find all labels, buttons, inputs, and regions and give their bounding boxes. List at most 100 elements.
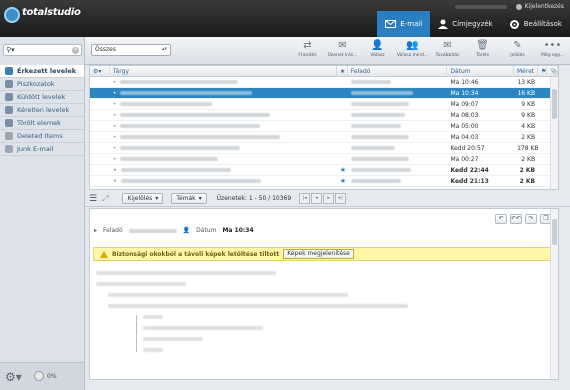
folder-trash[interactable]: Törölt elemek: [0, 117, 84, 130]
table-row[interactable]: • Ma 04:03 2 KB: [90, 132, 558, 143]
tab-contacts[interactable]: Címjegyzék: [430, 11, 501, 37]
folder-label: Junk E-mail: [17, 145, 54, 153]
table-row[interactable]: • Ma 10:34 16 KB: [90, 88, 558, 99]
table-row[interactable]: • Ma 09:07 9 KB: [90, 99, 558, 110]
from-value[interactable]: [128, 228, 177, 233]
select-dropdown[interactable]: Kijelölés ▾: [122, 193, 164, 204]
prev-page-button[interactable]: ◂: [311, 193, 323, 204]
row-star-icon[interactable]: [337, 154, 348, 165]
row-star-icon[interactable]: [337, 143, 348, 154]
row-star-icon[interactable]: ★: [337, 176, 348, 187]
tab-settings-label: Beállítások: [523, 20, 562, 28]
row-star-icon[interactable]: [337, 121, 348, 132]
message-preview: ↶ ↶↶ ↷ ❐ ▸ Feladó 👤 Dátum Ma 10:34 Bizto…: [89, 208, 559, 380]
row-thread-icon: [90, 143, 110, 154]
reply-all-button[interactable]: 👥 Válasz mind...: [395, 39, 430, 63]
first-page-button[interactable]: |◂: [299, 193, 311, 204]
folder-inbox[interactable]: Érkezett levelek: [0, 65, 84, 78]
list-options-gear-icon[interactable]: ⚙▾: [90, 66, 110, 77]
tool-label: Törlés: [475, 53, 490, 58]
logout-track: [454, 4, 507, 9]
folder-junk[interactable]: Kéretlen levelek: [0, 104, 84, 117]
row-size: 2 KB: [521, 155, 536, 163]
folder-settings-gear-icon[interactable]: ⚙▾: [5, 370, 22, 384]
folder-sent[interactable]: Küldött levelek: [0, 91, 84, 104]
row-flag-icon[interactable]: [538, 143, 547, 154]
row-flag-icon[interactable]: [538, 121, 547, 132]
row-size: 178 KB: [517, 144, 539, 152]
tab-settings[interactable]: Beállítások: [501, 11, 570, 37]
threads-dropdown[interactable]: Témák ▾: [171, 193, 207, 204]
row-flag-icon[interactable]: [538, 132, 547, 143]
search-icon[interactable]: ⚲▾: [6, 46, 15, 54]
reply-button[interactable]: 👤 Válasz: [360, 39, 395, 63]
filter-select[interactable]: Összes ▴▾: [91, 44, 171, 56]
reply-all-icon[interactable]: ↶↶: [510, 214, 522, 224]
threads-label: Témák: [176, 195, 196, 202]
column-from[interactable]: Feladó: [348, 66, 448, 77]
delete-button[interactable]: 🗑 Törlés: [465, 39, 500, 63]
table-row[interactable]: • ★ Kedd 21:13 2 KB: [90, 176, 558, 187]
row-subject-text: [120, 102, 213, 106]
list-view-icon[interactable]: ☰: [89, 194, 97, 204]
list-scrollbar-thumb[interactable]: [552, 89, 557, 119]
row-size: 4 KB: [521, 122, 536, 130]
table-row[interactable]: • Kedd 20:57 178 KB: [90, 143, 558, 154]
row-flag-icon[interactable]: [538, 154, 547, 165]
row-star-icon[interactable]: [337, 77, 348, 88]
table-row[interactable]: • Ma 05:00 4 KB: [90, 121, 558, 132]
column-flag-icon[interactable]: ⚑: [538, 66, 547, 77]
row-star-icon[interactable]: ★: [337, 165, 348, 176]
column-subject[interactable]: Tárgy: [110, 66, 337, 77]
folder-junk-email[interactable]: Junk E-mail: [0, 143, 84, 156]
compose-button[interactable]: ✉ Üzenet írás...: [325, 39, 360, 63]
tab-email[interactable]: E-mail: [377, 11, 431, 37]
row-date: Kedd 21:13: [450, 177, 489, 185]
row-flag-icon[interactable]: [538, 176, 547, 187]
row-flag-icon[interactable]: [538, 110, 547, 121]
expand-headers-icon[interactable]: ▸: [94, 227, 97, 234]
row-subject-dot: •: [112, 122, 117, 130]
row-flag-icon[interactable]: [538, 99, 547, 110]
list-scrollbar[interactable]: [550, 77, 558, 189]
forward-button[interactable]: ✉ Továbbítás: [430, 39, 465, 63]
folder-deleted-items[interactable]: Deleted Items: [0, 130, 84, 143]
row-star-icon[interactable]: [337, 88, 348, 99]
row-star-icon[interactable]: [337, 110, 348, 121]
table-row[interactable]: • Ma 08:03 9 KB: [90, 110, 558, 121]
search-input[interactable]: ⚲▾ ×: [3, 44, 82, 56]
column-size[interactable]: Méret: [514, 66, 538, 77]
table-row[interactable]: • Ma 10:46 13 KB: [90, 77, 558, 88]
message-count: Üzenetek: 1 - 50 / 10369: [216, 195, 292, 202]
table-row[interactable]: • Ma 00:27 2 KB: [90, 154, 558, 165]
app-logo[interactable]: totalstudio: [4, 7, 81, 29]
thread-view-icon[interactable]: ⤢: [102, 194, 108, 204]
preview-scrollbar-thumb[interactable]: [552, 219, 557, 245]
row-star-icon[interactable]: [337, 132, 348, 143]
body-line: [143, 348, 163, 352]
message-list: ⚙▾ Tárgy ★ Feladó Dátum Méret ⚑ 📎 • Ma 10…: [89, 65, 559, 190]
mark-button[interactable]: ✎ Jelölés: [500, 39, 535, 63]
row-subject: •: [110, 110, 337, 121]
show-images-button[interactable]: Képek megjelenítése: [283, 249, 354, 259]
forward-icon[interactable]: ↷: [525, 214, 537, 224]
column-date[interactable]: Dátum: [447, 66, 514, 77]
row-star-icon[interactable]: [337, 99, 348, 110]
next-page-button[interactable]: ▸: [323, 193, 335, 204]
logout-button[interactable]: Kijelentkezés: [454, 2, 564, 11]
reply-icon[interactable]: ↶: [495, 214, 507, 224]
refresh-button[interactable]: ⇄ Frissítés: [290, 39, 325, 63]
last-page-button[interactable]: ▸|: [335, 193, 347, 204]
clear-search-icon[interactable]: ×: [72, 47, 79, 54]
row-flag-icon[interactable]: [538, 88, 547, 99]
preview-scrollbar[interactable]: [550, 209, 558, 379]
column-attachment-icon[interactable]: 📎: [547, 66, 558, 77]
column-star-icon[interactable]: ★: [337, 66, 348, 77]
add-contact-icon[interactable]: 👤: [183, 227, 190, 234]
table-row[interactable]: • ★ Kedd 22:44 2 KB: [90, 165, 558, 176]
row-flag-icon[interactable]: [538, 165, 547, 176]
folder-drafts[interactable]: Piszkozatok: [0, 78, 84, 91]
logo-text: totalstudio: [22, 7, 81, 18]
more-button[interactable]: ••• Még egy...: [535, 39, 570, 63]
row-flag-icon[interactable]: [538, 77, 547, 88]
